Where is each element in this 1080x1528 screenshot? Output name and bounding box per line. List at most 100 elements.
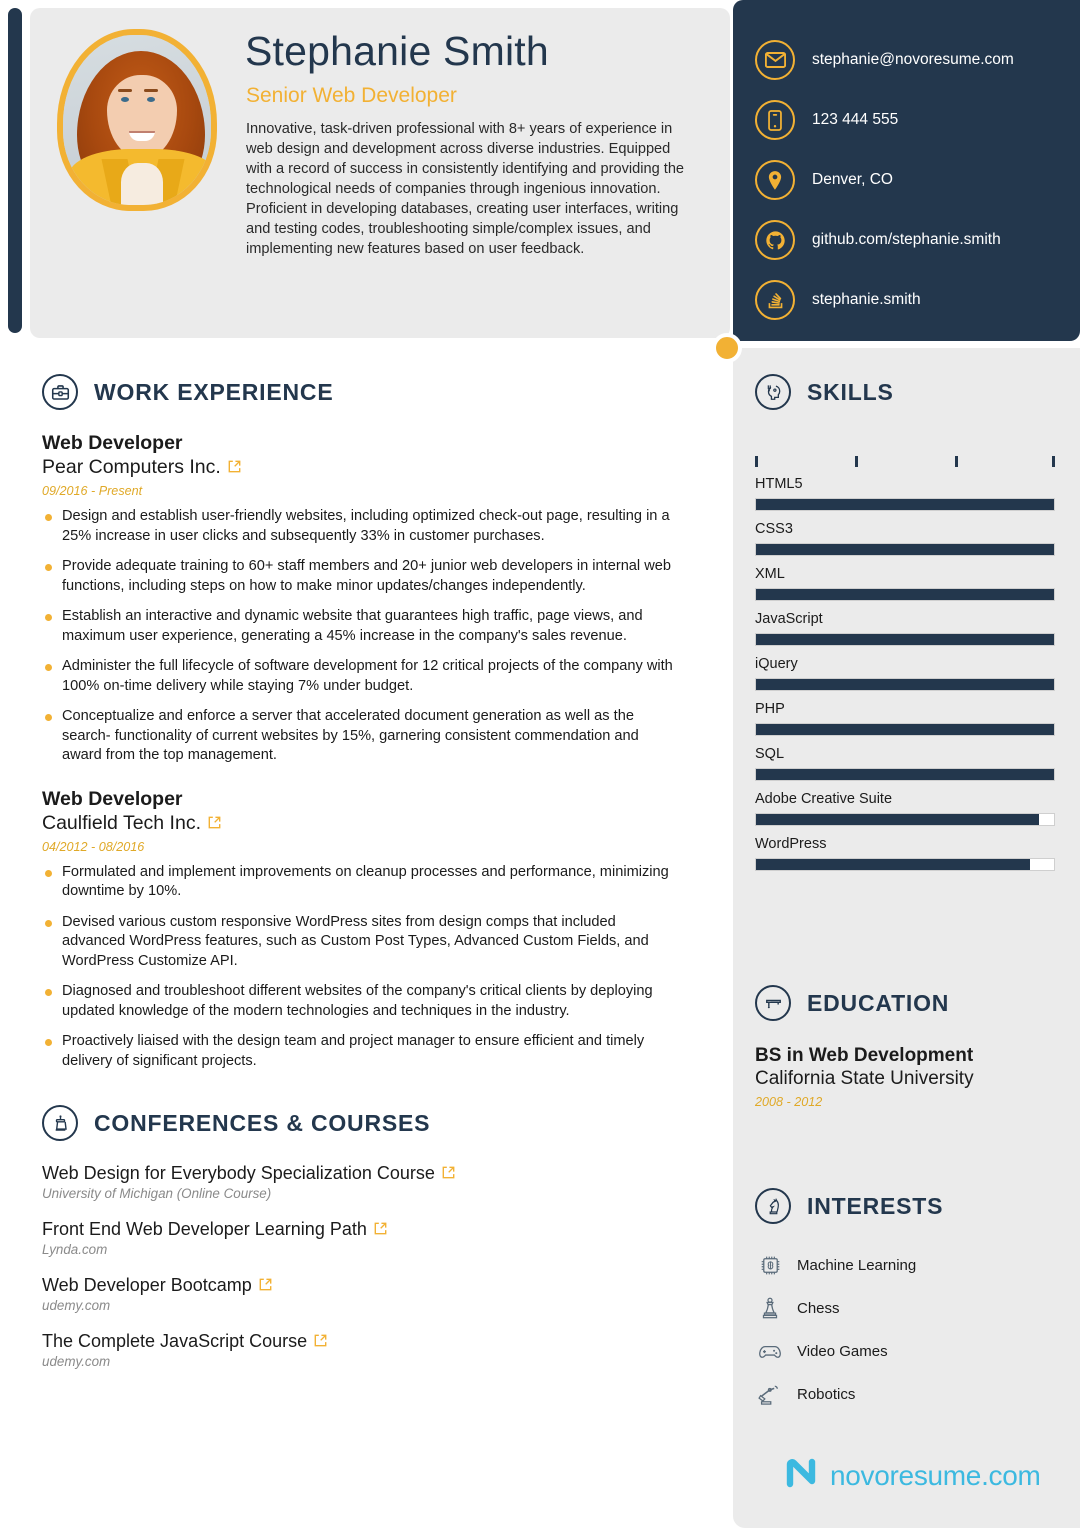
section-header-work-experience: WORK EXPERIENCE: [42, 374, 682, 410]
external-link-icon[interactable]: [208, 812, 221, 835]
skill-bar-fill: [756, 769, 1054, 780]
skill-item: iQuery: [755, 656, 1055, 691]
list-item: Video Games: [755, 1330, 1055, 1373]
skills-list: HTML5 CSS3 XML JavaScript iQuery PHP SQL Adobe …: [755, 476, 1055, 871]
skill-bar-track: [755, 678, 1055, 691]
section-header-skills: SKILLS: [755, 374, 1055, 410]
header-summary: Innovative, task-driven professional wit…: [246, 121, 685, 257]
interest-label: Chess: [797, 1300, 840, 1317]
skill-label: HTML5: [755, 476, 803, 492]
job-bullet: Devised various custom responsive WordPr…: [42, 913, 682, 972]
stackoverflow-icon: [755, 280, 795, 320]
section-title: SKILLS: [807, 378, 894, 405]
conference-source: udemy.com: [42, 1354, 111, 1369]
robot-arm-icon: [755, 1383, 785, 1406]
conferences-section: CONFERENCES & COURSES Web Design for Eve…: [42, 1105, 682, 1369]
conference-title-row: Web Design for Everybody Specialization …: [42, 1163, 682, 1184]
avatar: [57, 29, 217, 211]
work-entry: Web Developer Caulfield Tech Inc. 04/201…: [42, 788, 682, 1072]
gamepad-icon: [755, 1343, 785, 1361]
graduation-cap-icon: [755, 985, 791, 1021]
external-link-icon[interactable]: [442, 1163, 455, 1184]
skill-ruler-tick: [1052, 456, 1055, 467]
main-column: WORK EXPERIENCE Web Developer Pear Compu…: [42, 374, 682, 1387]
conference-source: udemy.com: [42, 1298, 111, 1313]
skill-label: SQL: [755, 746, 785, 762]
skills-ruler: [755, 456, 1055, 472]
skill-bar-track: [755, 813, 1055, 826]
skill-ruler-tick: [955, 456, 958, 467]
chess-piece-icon: [755, 1297, 785, 1320]
location-pin-icon: [755, 160, 795, 200]
conference-title: The Complete JavaScript Course: [42, 1331, 308, 1351]
skill-ruler-tick: [755, 456, 758, 467]
page-title: Stephanie Smith: [245, 28, 549, 74]
junction-dot: [712, 333, 742, 363]
skills-section: SKILLS HTML5 CSS3 XML JavaScript iQuery PHP SQ…: [755, 374, 1055, 871]
job-bullet: Conceptualize and enforce a server that …: [42, 707, 682, 766]
podium-icon: [42, 1105, 78, 1141]
header-job-title: Senior Web Developer: [246, 84, 457, 107]
contact-item-phone[interactable]: 123 444 555: [755, 90, 1075, 150]
resume-page: Stephanie Smith Senior Web Developer Inn…: [0, 0, 1080, 1528]
skill-label: Adobe Creative Suite: [755, 791, 893, 807]
section-title: INTERESTS: [807, 1192, 944, 1219]
conference-title-row: The Complete JavaScript Course: [42, 1331, 682, 1352]
skill-item: Adobe Creative Suite: [755, 791, 1055, 826]
skill-bar-fill: [756, 859, 1031, 870]
skill-item: WordPress: [755, 836, 1055, 871]
section-header-education: EDUCATION: [755, 985, 1055, 1021]
skill-ruler-tick: [855, 456, 858, 467]
contact-value: 123 444 555: [812, 111, 899, 128]
skill-bar-track: [755, 498, 1055, 511]
list-item: Chess: [755, 1287, 1055, 1330]
skill-bar-track: [755, 543, 1055, 556]
job-bullet: Establish an interactive and dynamic web…: [42, 607, 682, 646]
job-date: 09/2016 - Present: [42, 484, 143, 498]
section-title: CONFERENCES & COURSES: [94, 1109, 431, 1136]
skill-label: CSS3: [755, 521, 793, 537]
skill-item: JavaScript: [755, 611, 1055, 646]
section-header-interests: INTERESTS: [755, 1188, 1055, 1224]
skill-bar-track: [755, 858, 1055, 871]
skill-bar-fill: [756, 679, 1054, 690]
external-link-icon[interactable]: [259, 1275, 272, 1296]
job-bullet: Provide adequate training to 60+ staff m…: [42, 557, 682, 596]
contact-item-email[interactable]: stephanie@novoresume.com: [755, 30, 1075, 90]
interest-label: Robotics: [797, 1386, 856, 1403]
skill-bar-fill: [756, 499, 1054, 510]
conference-source: Lynda.com: [42, 1242, 108, 1257]
interests-section: INTERESTS Machine Learning Chess Video G…: [755, 1188, 1055, 1416]
job-bullet-list: Formulated and implement improvements on…: [42, 863, 682, 1072]
microchip-brain-icon: [755, 1254, 785, 1277]
conference-title: Web Design for Everybody Specialization …: [42, 1163, 435, 1183]
skill-item: XML: [755, 566, 1055, 601]
job-company-name: Caulfield Tech Inc.: [42, 811, 201, 834]
contact-item-github[interactable]: github.com/stephanie.smith: [755, 210, 1075, 270]
skill-label: WordPress: [755, 836, 827, 852]
skill-bar-track: [755, 633, 1055, 646]
external-link-icon[interactable]: [228, 456, 241, 479]
skill-item: HTML5: [755, 476, 1055, 511]
job-bullet: Administer the full lifecycle of softwar…: [42, 657, 682, 696]
skill-bar-fill: [756, 814, 1040, 825]
skill-bar-track: [755, 723, 1055, 736]
education-date: 2008 - 2012: [755, 1095, 823, 1109]
external-link-icon[interactable]: [374, 1219, 387, 1240]
conference-title-row: Front End Web Developer Learning Path: [42, 1219, 682, 1240]
novoresume-logo[interactable]: novoresume.com: [786, 1456, 1041, 1495]
contact-item-location[interactable]: Denver, CO: [755, 150, 1075, 210]
skill-bar-fill: [756, 544, 1054, 555]
job-company-row: Caulfield Tech Inc.: [42, 812, 682, 835]
external-link-icon[interactable]: [314, 1331, 327, 1352]
conference-title-row: Web Developer Bootcamp: [42, 1275, 682, 1296]
job-date: 04/2012 - 08/2016: [42, 839, 145, 854]
contact-item-stackoverflow[interactable]: stephanie.smith: [755, 270, 1075, 330]
list-item: Front End Web Developer Learning Path Ly…: [42, 1219, 682, 1257]
job-bullet: Formulated and implement improvements on…: [42, 863, 682, 902]
skill-bar-track: [755, 588, 1055, 601]
list-item: The Complete JavaScript Course udemy.com: [42, 1331, 682, 1369]
list-item: Web Design for Everybody Specialization …: [42, 1163, 682, 1201]
skill-label: iQuery: [755, 656, 798, 672]
contact-value: stephanie.smith: [812, 291, 921, 308]
